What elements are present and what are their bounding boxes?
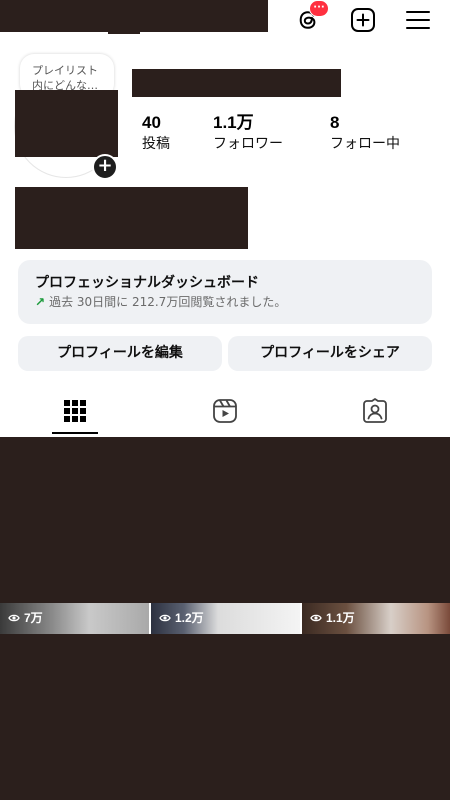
following-label: フォロー中 [330, 136, 400, 152]
menu-button[interactable] [404, 6, 432, 34]
post-1-view-count: 7万 [24, 611, 43, 625]
post-3-views: 1.1万 [310, 610, 355, 626]
post-tile-1[interactable]: 7万 [0, 603, 149, 634]
followers-label: フォロワー [213, 136, 283, 152]
post-2-views: 1.2万 [159, 610, 204, 626]
grid-icon [64, 400, 86, 422]
threads-button[interactable]: ··· [294, 0, 329, 34]
create-post-button[interactable] [349, 6, 377, 34]
redacted-post-grid-top [0, 437, 450, 603]
posts-count: 40 [142, 113, 161, 132]
post-tile-2[interactable]: 1.2万 [151, 603, 300, 634]
plus-square-icon [351, 8, 375, 32]
note-text: プレイリスト 内にどんな… [32, 64, 98, 92]
edit-profile-button[interactable]: プロフィールを編集 [18, 336, 222, 371]
share-profile-button[interactable]: プロフィールをシェア [228, 336, 432, 371]
dashboard-title: プロフェッショナルダッシュボード [35, 275, 259, 291]
post-tile-3[interactable]: 1.1万 [302, 603, 450, 634]
following-count: 8 [330, 113, 340, 132]
professional-dashboard-card[interactable]: プロフェッショナルダッシュボード ↗ 過去 30日間に 212.7万回閲覧されまし… [18, 260, 432, 324]
top-bar: ··· [0, 0, 450, 44]
profile-avatar-area: プレイリスト 内にどんな… + [14, 52, 118, 180]
eye-icon [8, 614, 20, 622]
hamburger-menu-icon [406, 11, 430, 29]
posts-label: 投稿 [142, 136, 170, 152]
tab-tagged[interactable] [300, 386, 450, 436]
eye-icon [159, 614, 171, 622]
plus-icon: + [97, 155, 113, 176]
eye-icon [310, 614, 322, 622]
redacted-bio [15, 187, 248, 249]
redacted-display-name [132, 69, 341, 97]
reels-icon [213, 399, 237, 423]
tab-reels[interactable] [150, 386, 300, 436]
dashboard-views-text: 過去 30日間に 212.7万回閲覧されました。 [49, 295, 287, 309]
stat-following[interactable]: 8 フォロー中 [330, 112, 400, 154]
post-3-view-count: 1.1万 [326, 611, 355, 625]
stat-followers[interactable]: 1.1万 フォロワー [213, 112, 283, 154]
tagged-icon [363, 398, 387, 423]
followers-count: 1.1万 [213, 113, 254, 132]
trend-arrow-icon: ↗ [35, 295, 46, 309]
redacted-username [0, 0, 268, 32]
post-1-views: 7万 [8, 610, 43, 626]
redacted-avatar [15, 90, 118, 157]
post-2-view-count: 1.2万 [175, 611, 204, 625]
active-tab-indicator [52, 432, 98, 434]
notification-badge: ··· [309, 0, 329, 17]
stat-posts[interactable]: 40 投稿 [142, 112, 170, 154]
dashboard-subtitle: ↗ 過去 30日間に 212.7万回閲覧されました。 [35, 294, 415, 310]
tab-posts-grid[interactable] [0, 386, 150, 436]
add-story-button[interactable]: + [92, 154, 118, 180]
username-underline [108, 32, 140, 34]
redacted-post-grid-bottom [0, 634, 450, 800]
